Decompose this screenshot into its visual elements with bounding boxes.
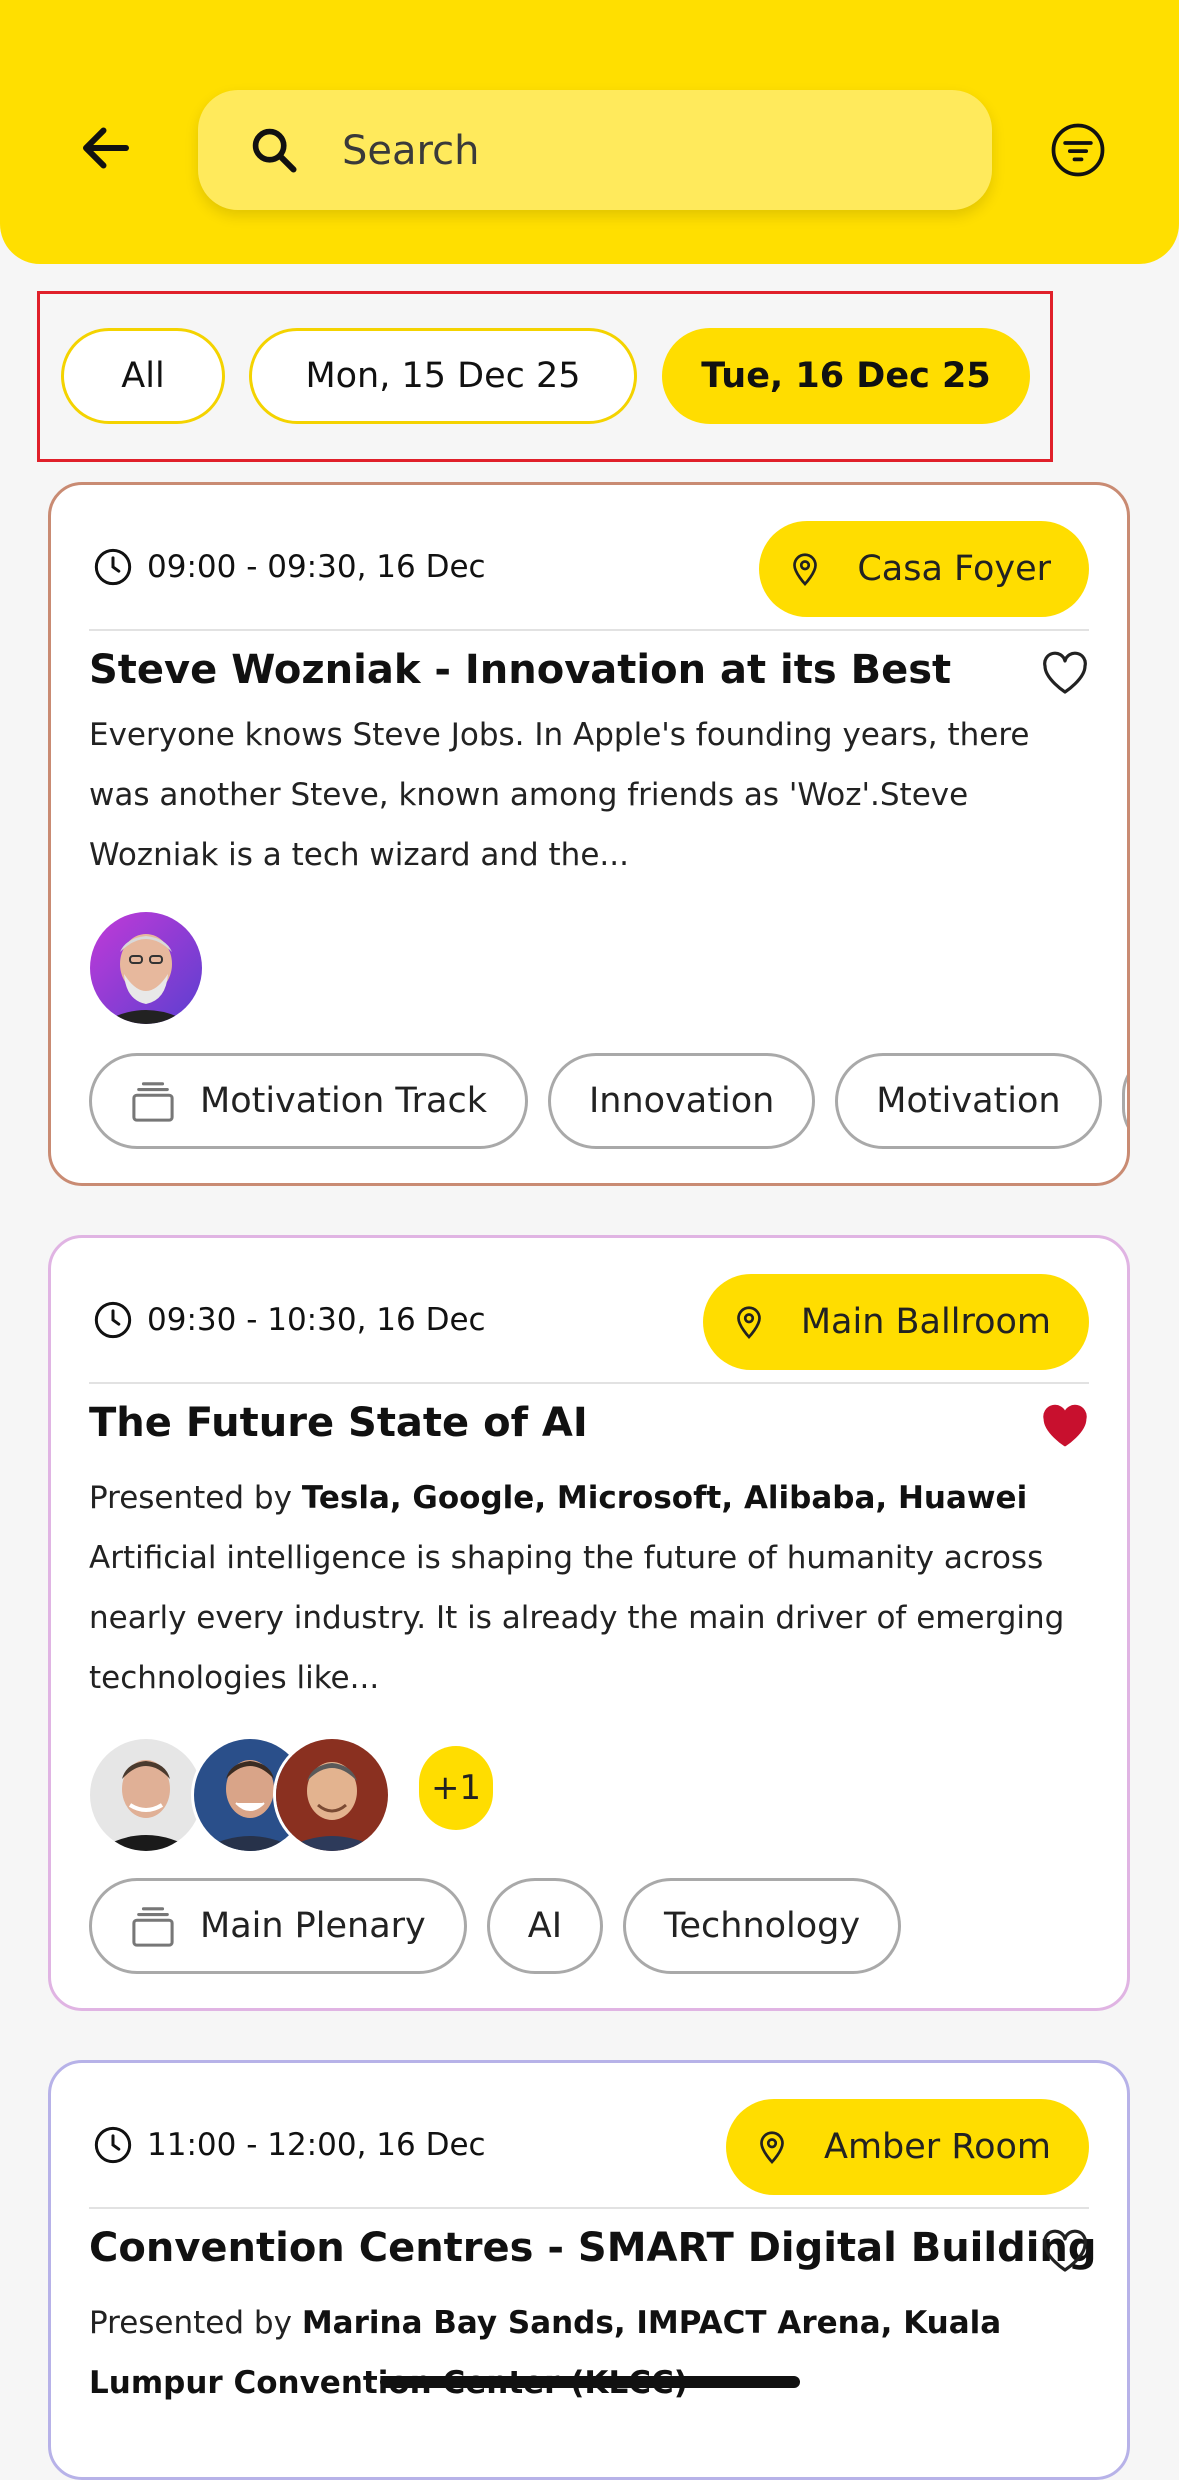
location-pin-icon — [760, 2131, 784, 2164]
presented-by: Presented by Tesla, Google, Microsoft, A… — [89, 1468, 1099, 1528]
date-filter-tabs: All Mon, 15 Dec 25 Tue, 16 Dec 25 — [37, 291, 1053, 462]
tab-mon-15-dec[interactable]: Mon, 15 Dec 25 — [249, 328, 637, 424]
location-badge[interactable]: Amber Room — [726, 2099, 1089, 2195]
tag-track[interactable]: Motivation Track — [89, 1053, 528, 1149]
tab-tue-16-dec[interactable]: Tue, 16 Dec 25 — [662, 328, 1030, 424]
session-card[interactable]: 09:00 - 09:30, 16 Dec Casa Foyer Steve W… — [48, 482, 1130, 1186]
tag-motivation[interactable]: Motivation — [835, 1053, 1102, 1149]
home-indicator[interactable] — [380, 2376, 800, 2388]
filter-icon[interactable] — [1050, 122, 1106, 178]
session-time-text: 09:00 - 09:30, 16 Dec — [147, 549, 486, 585]
tag-label: Main Plenary — [200, 1906, 426, 1946]
session-time-text: 09:30 - 10:30, 16 Dec — [147, 1302, 486, 1338]
session-description: Artificial intelligence is shaping the f… — [89, 1540, 1065, 1696]
clock-icon — [94, 1301, 132, 1339]
track-stack-icon — [132, 1082, 174, 1122]
more-speakers-badge[interactable]: +1 — [419, 1746, 493, 1830]
session-title: Steve Wozniak - Innovation at its Best — [89, 647, 952, 693]
speaker-photo — [276, 1739, 388, 1851]
location-badge[interactable]: Main Ballroom — [702, 1274, 1089, 1370]
location-label: Casa Foyer — [857, 549, 1051, 589]
session-title: Convention Centres - SMART Digital Build… — [89, 2225, 1097, 2271]
track-stack-icon — [132, 1907, 174, 1947]
location-label: Main Ballroom — [800, 1302, 1051, 1342]
tag-ai[interactable]: AI — [486, 1878, 604, 1974]
divider — [89, 1382, 1089, 1384]
search-input[interactable] — [340, 114, 944, 188]
clock-icon — [94, 548, 132, 586]
location-label: Amber Room — [824, 2127, 1051, 2167]
session-time: 09:30 - 10:30, 16 Dec — [93, 1300, 486, 1340]
location-pin-icon — [737, 1306, 761, 1339]
divider — [89, 2207, 1089, 2209]
back-arrow-icon[interactable] — [76, 118, 136, 178]
speaker-avatar[interactable] — [87, 1736, 205, 1854]
divider — [89, 629, 1089, 631]
tab-all[interactable]: All — [61, 328, 225, 424]
tag-track[interactable]: Main Plenary — [89, 1878, 467, 1974]
location-pin-icon — [793, 553, 818, 586]
tag-technology[interactable]: Technology — [623, 1878, 902, 1974]
presented-by-label: Presented by — [89, 2305, 292, 2341]
speaker-avatar[interactable] — [87, 909, 205, 1027]
speaker-photo — [90, 912, 202, 1024]
presented-by: Presented by Marina Bay Sands, IMPACT Ar… — [89, 2293, 1099, 2413]
session-time: 11:00 - 12:00, 16 Dec — [93, 2125, 486, 2165]
heart-icon[interactable] — [1041, 2229, 1089, 2273]
presenter-names: Tesla, Google, Microsoft, Alibaba, Huawe… — [301, 1480, 1028, 1516]
session-title: The Future State of AI — [89, 1400, 588, 1446]
session-time: 09:00 - 09:30, 16 Dec — [93, 547, 486, 587]
heart-icon[interactable] — [1041, 651, 1089, 695]
search-icon — [252, 128, 297, 173]
tag-innovation[interactable]: Innovation — [547, 1053, 816, 1149]
speaker-avatar[interactable] — [273, 1736, 391, 1854]
location-badge[interactable]: Casa Foyer — [759, 521, 1089, 617]
tag-list: Motivation Track Innovation Motivation — [89, 1053, 1127, 1149]
session-card[interactable]: 09:30 - 10:30, 16 Dec Main Ballroom The … — [48, 1235, 1130, 2011]
tag-overflow[interactable] — [1121, 1053, 1127, 1149]
heart-icon[interactable] — [1041, 1404, 1089, 1448]
top-header — [0, 0, 1179, 264]
session-time-text: 11:00 - 12:00, 16 Dec — [147, 2127, 486, 2163]
search-bar[interactable] — [198, 90, 992, 210]
tag-list: Main Plenary AI Technology — [89, 1878, 921, 1974]
session-description: Everyone knows Steve Jobs. In Apple's fo… — [89, 717, 1030, 873]
presented-by-label: Presented by — [89, 1480, 292, 1516]
session-card[interactable]: 11:00 - 12:00, 16 Dec Amber Room Convent… — [48, 2060, 1130, 2480]
speaker-photo — [90, 1739, 202, 1851]
tag-label: Motivation Track — [200, 1081, 487, 1121]
clock-icon — [94, 2126, 132, 2164]
